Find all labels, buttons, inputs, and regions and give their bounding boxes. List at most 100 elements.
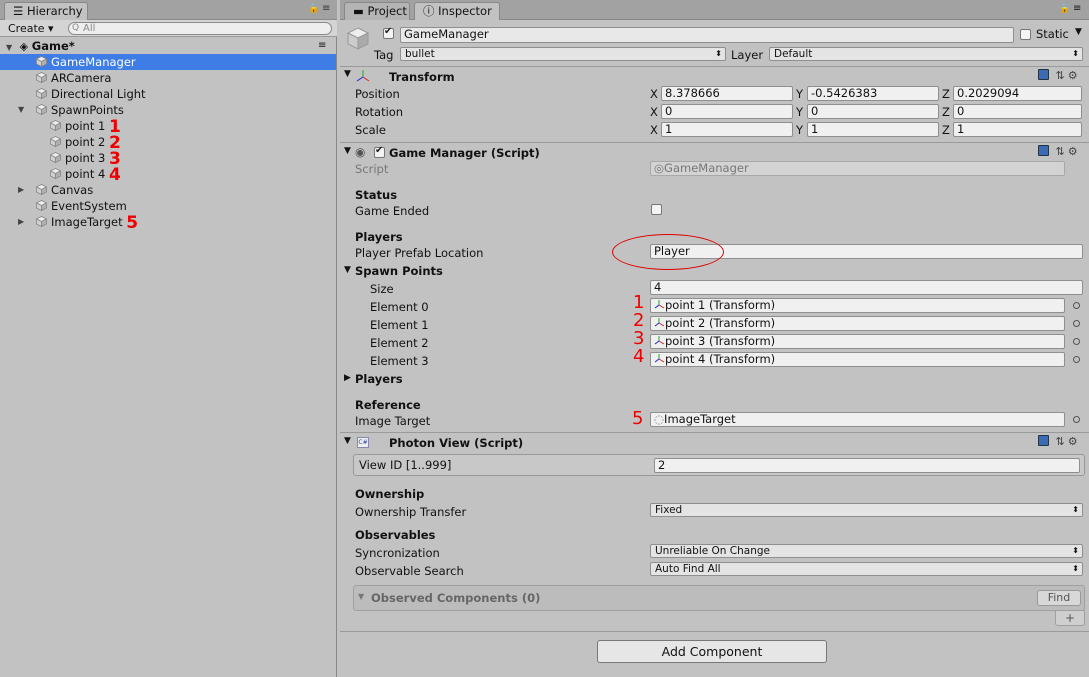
- object-picker-icon[interactable]: [1073, 320, 1080, 327]
- hierarchy-item[interactable]: ▼ SpawnPoints: [0, 102, 336, 118]
- hierarchy-item[interactable]: point 4 4: [0, 166, 336, 184]
- observable-search-dropdown[interactable]: Auto Find All ⬍: [650, 562, 1083, 576]
- find-button[interactable]: Find: [1037, 590, 1081, 606]
- scale-y-input[interactable]: 1: [807, 122, 939, 137]
- game-ended-checkbox[interactable]: [651, 204, 662, 215]
- scale-z-input[interactable]: 1: [953, 122, 1082, 137]
- rotation-z-input[interactable]: 0: [953, 104, 1082, 119]
- hierarchy-item[interactable]: point 2 2: [0, 134, 336, 152]
- view-id-input[interactable]: 2: [654, 458, 1080, 473]
- gear-icon[interactable]: ⚙: [1068, 145, 1081, 158]
- fold-open-icon[interactable]: ▼: [344, 69, 351, 79]
- synchronization-label: Syncronization: [355, 546, 440, 560]
- element-transform-field[interactable]: point 1 (Transform): [650, 298, 1065, 313]
- active-checkbox[interactable]: [383, 26, 394, 39]
- preset-icon[interactable]: ⇅: [1056, 435, 1068, 448]
- position-y-input[interactable]: -0.5426383: [807, 86, 939, 101]
- players-foldout[interactable]: ▶ Players: [344, 372, 403, 386]
- game-manager-header[interactable]: ▼ ◉ Game Manager (Script) ⇅⚙: [340, 142, 1089, 162]
- tab-project[interactable]: ▬ Project: [344, 2, 410, 20]
- hierarchy-item[interactable]: point 3 3: [0, 150, 336, 168]
- hierarchy-item[interactable]: ARCamera: [0, 70, 336, 86]
- synchronization-dropdown[interactable]: Unreliable On Change ⬍: [650, 544, 1083, 558]
- fold-closed-icon[interactable]: ▶: [18, 214, 24, 230]
- object-picker-icon[interactable]: [1073, 302, 1080, 309]
- hierarchy-item[interactable]: GameManager: [0, 54, 336, 70]
- hierarchy-item-label: point 3: [65, 151, 106, 165]
- element-transform-field[interactable]: point 3 (Transform): [650, 334, 1065, 349]
- rotation-x-input[interactable]: 0: [661, 104, 793, 119]
- gear-icon[interactable]: ⚙: [1068, 435, 1081, 448]
- preset-icon[interactable]: ⇅: [1056, 145, 1068, 158]
- size-input[interactable]: 4: [650, 280, 1083, 295]
- reference-header: Reference: [355, 398, 421, 412]
- inspector-panel: ▬ Project ⓘ Inspector 🔒 ≡ GameManager St…: [340, 0, 1089, 677]
- component-enabled-checkbox[interactable]: [374, 145, 385, 158]
- menu-icon[interactable]: ≡: [1073, 3, 1081, 14]
- object-name-input[interactable]: GameManager: [400, 27, 1014, 43]
- annotation-number: 4: [633, 346, 645, 367]
- lock-icon[interactable]: 🔒: [1059, 4, 1070, 14]
- hierarchy-item[interactable]: point 1 1: [0, 118, 336, 136]
- fold-open-icon[interactable]: ▼: [344, 436, 351, 446]
- ownership-transfer-dropdown[interactable]: Fixed ⬍: [650, 503, 1083, 517]
- help-book-icon[interactable]: [1038, 435, 1049, 446]
- tag-dropdown[interactable]: bullet ⬍: [400, 47, 726, 61]
- help-book-icon[interactable]: [1038, 145, 1049, 156]
- fold-closed-icon[interactable]: ▶: [18, 182, 24, 198]
- prefab-location-label: Player Prefab Location: [355, 246, 484, 260]
- object-picker-icon[interactable]: [1073, 416, 1080, 423]
- inspector-tabbar: ▬ Project ⓘ Inspector 🔒 ≡: [340, 0, 1089, 20]
- hierarchy-item-label: ARCamera: [51, 71, 112, 85]
- fold-open-icon[interactable]: ▼: [18, 102, 24, 118]
- hierarchy-search-input[interactable]: Q All: [68, 22, 332, 35]
- gear-icon[interactable]: ⚙: [1068, 69, 1081, 82]
- scale-x-input[interactable]: 1: [661, 122, 793, 137]
- object-picker-icon[interactable]: [1073, 356, 1080, 363]
- updown-icon: ⬍: [1072, 564, 1079, 573]
- static-checkbox[interactable]: [1020, 29, 1031, 40]
- hierarchy-item-label: point 2: [65, 135, 106, 149]
- rotation-label: Rotation: [355, 105, 404, 119]
- photon-view-header[interactable]: ▼ C# Photon View (Script) ⇅⚙: [340, 432, 1089, 452]
- layer-dropdown[interactable]: Default ⬍: [769, 47, 1083, 61]
- updown-icon: ⬍: [715, 49, 722, 58]
- fold-open-icon[interactable]: ▼: [344, 146, 351, 156]
- fold-open-icon[interactable]: ▼: [358, 592, 364, 601]
- hierarchy-item[interactable]: EventSystem: [0, 198, 336, 214]
- element-label: Element 3: [370, 354, 429, 368]
- search-icon: Q: [72, 23, 80, 33]
- element-transform-field[interactable]: point 4 (Transform): [650, 352, 1065, 367]
- gameobject-icon: [35, 103, 48, 116]
- element-label: Element 1: [370, 318, 429, 332]
- menu-icon[interactable]: ≡: [322, 3, 330, 14]
- position-z-input[interactable]: 0.2029094: [953, 86, 1082, 101]
- tab-inspector[interactable]: ⓘ Inspector: [414, 2, 500, 20]
- axis-label: Z: [942, 105, 950, 119]
- scene-row[interactable]: ▼ ◈ Game* ≡: [0, 38, 336, 54]
- create-button[interactable]: Create ▾: [8, 22, 54, 35]
- rotation-y-input[interactable]: 0: [807, 104, 939, 119]
- scene-menu-icon[interactable]: ≡: [318, 38, 326, 54]
- static-label: Static: [1036, 27, 1069, 41]
- image-target-field[interactable]: ◌ImageTarget: [650, 412, 1065, 427]
- hierarchy-item[interactable]: ▶ ImageTarget 5: [0, 214, 336, 232]
- gameobject-icon: [49, 167, 62, 180]
- hierarchy-item[interactable]: ▶ Canvas: [0, 182, 336, 198]
- hierarchy-item[interactable]: Directional Light: [0, 86, 336, 102]
- static-dropdown-icon[interactable]: ▼: [1075, 27, 1082, 37]
- position-x-input[interactable]: 8.378666: [661, 86, 793, 101]
- help-book-icon[interactable]: [1038, 69, 1049, 80]
- element-transform-field[interactable]: point 2 (Transform): [650, 316, 1065, 331]
- preset-icon[interactable]: ⇅: [1056, 69, 1068, 82]
- tab-hierarchy[interactable]: ☰ Hierarchy: [4, 2, 88, 20]
- axis-label: X: [650, 105, 658, 119]
- lock-icon[interactable]: 🔒: [308, 4, 319, 14]
- transform-header[interactable]: ▼ Transform ⇅⚙: [340, 66, 1089, 85]
- add-observed-button[interactable]: +: [1055, 610, 1085, 626]
- transform-icon: [654, 353, 665, 366]
- object-picker-icon[interactable]: [1073, 338, 1080, 345]
- transform-icon: [654, 299, 665, 312]
- add-component-button[interactable]: Add Component: [597, 640, 827, 663]
- spawn-points-foldout[interactable]: ▼ Spawn Points: [344, 264, 443, 278]
